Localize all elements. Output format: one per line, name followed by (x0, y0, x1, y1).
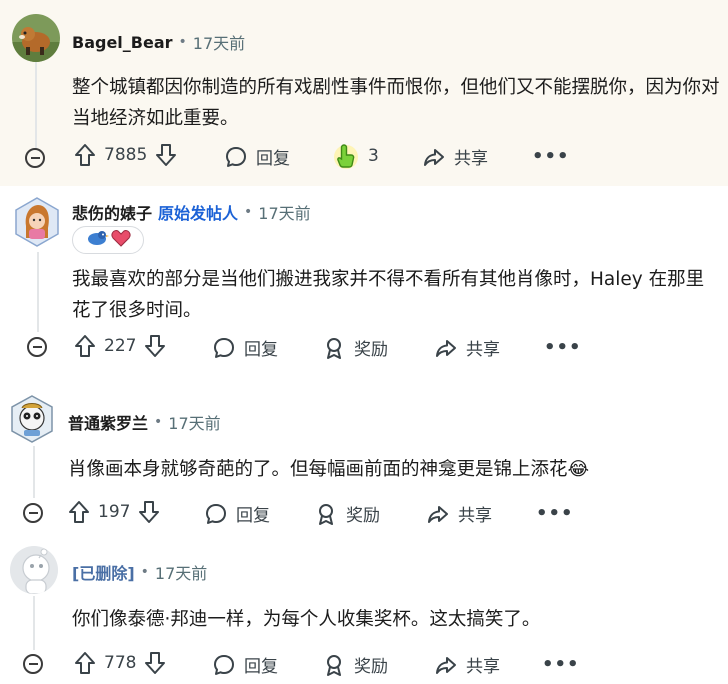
vote-group: 197 (68, 500, 160, 524)
separator-dot: • (140, 564, 149, 580)
award-label: 奖励 (354, 657, 388, 677)
reply-button[interactable]: 回复 (212, 335, 278, 360)
share-button[interactable]: 共享 (426, 501, 492, 526)
more-options-button[interactable]: ••• (536, 503, 574, 524)
reply-button[interactable]: 回复 (224, 144, 290, 169)
vote-group: 7885 (74, 143, 177, 167)
thread-line[interactable] (33, 596, 35, 650)
vote-score: 197 (98, 502, 131, 522)
timestamp[interactable]: 17天前 (258, 200, 310, 224)
downvote-icon[interactable] (144, 334, 166, 358)
chat-bubble-icon (212, 336, 236, 360)
comment-1: Bagel_Bear • 17天前 整个城镇都因你制造的所有戏剧性事件而恨你，但… (0, 0, 728, 186)
more-options-button[interactable]: ••• (542, 654, 580, 675)
award-ribbon-icon (322, 336, 346, 360)
comment-body: 你们像泰德·邦迪一样，为每个人收集奖杯。这太搞笑了。 (72, 609, 541, 630)
author-name[interactable]: 普通紫罗兰 (68, 410, 148, 434)
comment-body: 肖像画本身就够奇葩的了。但每幅画前面的神龛更是锦上添花😂 (68, 459, 590, 480)
award-label: 奖励 (354, 340, 388, 360)
timestamp[interactable]: 17天前 (168, 410, 220, 434)
separator-dot: • (154, 414, 163, 430)
award-ribbon-icon (322, 653, 346, 677)
share-label: 共享 (458, 506, 492, 526)
comment-2: 悲伤的婊子 原始发帖人 • 17天前 我最喜欢的部分是当他们搬进我家并不得不看所… (0, 186, 728, 372)
upvote-icon[interactable] (74, 651, 96, 675)
downvote-icon[interactable] (144, 651, 166, 675)
heart-flair-icon (111, 229, 131, 251)
author-name[interactable]: 悲伤的婊子 (72, 200, 152, 224)
award-button[interactable]: 奖励 (322, 335, 388, 360)
upvote-icon[interactable] (74, 334, 96, 358)
vote-score: 227 (104, 336, 137, 356)
reply-label: 回复 (256, 149, 290, 169)
timestamp[interactable]: 17天前 (193, 30, 245, 54)
downvote-icon[interactable] (155, 143, 177, 167)
reply-button[interactable]: 回复 (212, 652, 278, 677)
user-flair (72, 226, 144, 254)
timestamp[interactable]: 17天前 (155, 560, 207, 584)
separator-dot: • (178, 34, 187, 50)
avatar[interactable] (10, 546, 58, 594)
separator-dot: • (244, 204, 253, 220)
share-arrow-icon (434, 336, 458, 360)
thread-line[interactable] (33, 446, 35, 498)
reply-button[interactable]: 回复 (204, 501, 270, 526)
thread-line[interactable] (37, 252, 39, 332)
reply-label: 回复 (244, 657, 278, 677)
award-button[interactable]: 3 (332, 141, 379, 171)
vote-group: 227 (74, 334, 166, 358)
share-arrow-icon (422, 145, 446, 169)
collapse-button[interactable] (23, 503, 43, 523)
thread-line[interactable] (35, 62, 37, 148)
award-button[interactable]: 奖励 (314, 501, 380, 526)
share-button[interactable]: 共享 (434, 335, 500, 360)
comment-4: [已删除] • 17天前 你们像泰德·邦迪一样，为每个人收集奖杯。这太搞笑了。 … (0, 534, 728, 684)
chat-bubble-icon (204, 502, 228, 526)
comment-body: 整个城镇都因你制造的所有戏剧性事件而恨你，但他们又不能摆脱你，因为你对当地经济如… (72, 77, 720, 129)
upvote-icon[interactable] (74, 143, 96, 167)
award-count: 3 (368, 146, 379, 166)
comment-body: 我最喜欢的部分是当他们搬进我家并不得不看所有其他肖像时，Haley 在那里花了很… (72, 269, 705, 321)
avatar[interactable] (12, 14, 60, 62)
collapse-button[interactable] (23, 654, 43, 674)
share-button[interactable]: 共享 (422, 144, 488, 169)
award-label: 奖励 (346, 506, 380, 526)
vote-score: 7885 (104, 145, 148, 165)
vote-score: 778 (104, 653, 137, 673)
avatar[interactable] (14, 196, 60, 248)
share-arrow-icon (434, 653, 458, 677)
downvote-icon[interactable] (138, 500, 160, 524)
share-button[interactable]: 共享 (434, 652, 500, 677)
share-label: 共享 (466, 657, 500, 677)
op-badge: 原始发帖人 (158, 204, 239, 223)
chat-bubble-icon (212, 653, 236, 677)
pointing-hand-award-icon (332, 141, 360, 171)
reply-label: 回复 (236, 506, 270, 526)
award-ribbon-icon (314, 502, 338, 526)
collapse-button[interactable] (25, 148, 45, 168)
comment-header: 普通紫罗兰 • 17天前 (68, 410, 221, 434)
comment-header: [已删除] • 17天前 (72, 560, 207, 584)
upvote-icon[interactable] (68, 500, 90, 524)
author-name[interactable]: Bagel_Bear (72, 33, 173, 52)
bird-flair-icon (85, 229, 109, 251)
comment-header: 悲伤的婊子 原始发帖人 • 17天前 (72, 200, 311, 224)
avatar[interactable] (10, 394, 54, 444)
share-label: 共享 (466, 340, 500, 360)
share-arrow-icon (426, 502, 450, 526)
chat-bubble-icon (224, 145, 248, 169)
comment-3: 普通紫罗兰 • 17天前 肖像画本身就够奇葩的了。但每幅画前面的神龛更是锦上添花… (0, 372, 728, 534)
share-label: 共享 (454, 149, 488, 169)
collapse-button[interactable] (27, 337, 47, 357)
more-options-button[interactable]: ••• (544, 337, 582, 358)
vote-group: 778 (74, 651, 166, 675)
author-name[interactable]: [已删除] (72, 560, 135, 584)
comment-header: Bagel_Bear • 17天前 (72, 30, 245, 54)
award-button[interactable]: 奖励 (322, 652, 388, 677)
more-options-button[interactable]: ••• (532, 146, 570, 167)
reply-label: 回复 (244, 340, 278, 360)
